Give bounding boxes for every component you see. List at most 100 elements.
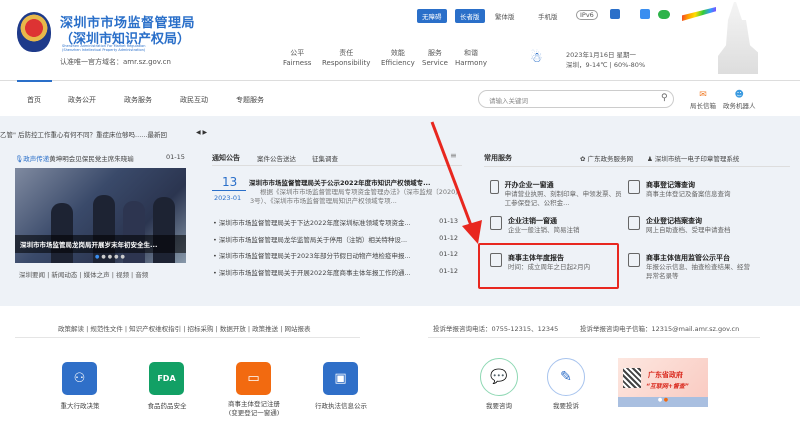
photo-figure [153,197,175,263]
search-input[interactable]: 请输入关键词 [478,90,674,108]
carousel-dots[interactable]: ●●●●● [95,254,127,260]
wechat-icon[interactable] [658,10,670,19]
banner-dots[interactable]: ● ● [618,397,708,407]
footer-link[interactable]: 政策推送 [252,325,278,333]
value-zh: 服务 [427,49,442,57]
app-label: 食品药品安全 [147,402,187,410]
complaint-phone: 投诉举报咨询电话：0755-12315、12345 [433,325,559,333]
building-illustration [718,2,758,74]
pen-icon: ✎ [547,358,585,396]
app-label-line2: (变更登记一窗通) [228,409,280,417]
guangdong-gov-link[interactable]: ✿ 广东政务服务网 [580,153,633,163]
ipv6-badge: IPv6 [576,10,598,20]
footer-links: 政策解读 | 规范性文件 | 知识产权维权指引 | 招标采购 | 数据开放 | … [58,325,311,333]
tab-case-notices[interactable]: 案件公告送达 [257,153,296,163]
complain-button[interactable]: ✎ [547,358,585,396]
nav-gov-open[interactable]: 政务公开 [68,95,96,105]
service-archive-query[interactable]: 企业登记档案查询 网上自助查档、受理申请查档 [628,216,778,235]
service-open-business[interactable]: 开办企业一窗通 申请营业执照、刻制印章、申领发票、员工参保登记、公积金... [490,180,625,208]
divider [15,337,360,338]
news-tab[interactable]: 深圳要闻 [19,271,45,279]
accessible-button[interactable]: 无障碍 [417,9,447,23]
weibo-icon[interactable] [640,9,650,19]
robot-icon: ☻ [734,90,744,100]
document-search-icon [628,180,640,194]
value-service: 服务 Service [422,48,448,68]
user-icon: ♟ [647,155,653,163]
e-seal-link[interactable]: ♟ 深圳市统一电子印章管理系统 [647,153,739,163]
service-deregistration[interactable]: 企业注销一窗通 企业一般注销、简易注销 [490,216,625,235]
red-arrow-annotation [430,121,482,244]
weather-icon: ☃ [530,50,543,66]
director-mailbox-link[interactable]: ✉ 局长信箱 [690,90,716,110]
weather-text: 深圳，9-14℃ | 60%-80% [566,61,646,69]
service-desc: 申请营业执照、刻制印章、申领发票、员工参保登记、公积金... [504,190,622,207]
building-icon [490,180,499,194]
photo-figure [51,203,73,263]
tab-notices[interactable]: 通知公告 [212,153,240,163]
footer-link[interactable]: 招标采购 [187,325,213,333]
service-desc: 年报公示信息、抽查检查结果、经营异常名录等 [646,263,750,280]
ticker-arrows[interactable]: ◀ ▶ [196,129,207,136]
mobile-version-link[interactable]: 手机版 [538,11,558,21]
traditional-chinese-link[interactable]: 繁体版 [495,11,515,21]
featured-month: 2023-01 [214,194,242,202]
nav-topics[interactable]: 专题服务 [236,95,264,105]
footer-link[interactable]: 知识产权维权指引 [129,325,181,333]
link-label: 深圳市统一电子印章管理系统 [654,155,740,163]
news-ticker[interactable]: 乙管" 后防控工作重心有何不同？重症床位够吗......最新回 [0,129,167,139]
value-en: Fairness [283,59,312,67]
news-tab[interactable]: 媒体之声 [84,271,110,279]
nav-home[interactable]: 首页 [27,95,41,105]
supervision-banner[interactable]: 广东省政府 “互联网+督查” ● ● [618,358,708,407]
news-tab[interactable]: 视频 [116,271,129,279]
fda-icon: FDA [149,362,184,395]
service-desc: 商事主体登记及备案信息查询 [646,190,731,198]
nav-gov-service[interactable]: 政务服务 [124,95,152,105]
city-logo [682,7,716,21]
service-title: 商事主体信用监管公示平台 [646,254,730,262]
footer-link[interactable]: 网站报表 [284,325,310,333]
footer-link[interactable]: 规范性文件 [90,325,123,333]
headline-row[interactable]: 🎙政声传递黄坤明会见保民党主席朱晓瑜 [15,153,134,163]
app-icon[interactable] [610,9,620,19]
value-zh: 和谐 [464,49,478,57]
english-title: Shenzhen Administration For Market Regul… [62,44,182,52]
service-registry-query[interactable]: 商事登记簿查询 商事主体登记及备案信息查询 [628,180,778,199]
nav-interaction[interactable]: 政民互动 [180,95,208,105]
notice-item[interactable]: • 深圳市市场监督管理局关于开展2022年度商事主体年报工作的通... 01-12 [213,267,458,277]
footer-link[interactable]: 政策解读 [58,325,84,333]
footer-link[interactable]: 数据开放 [220,325,246,333]
service-desc: 企业一般注销、简易注销 [508,226,580,234]
notice-title: 深圳市市场监督管理局龙华监管局关于停用（注销）相关特种设... [218,236,408,244]
complaint-email[interactable]: 投诉举报咨询电子信箱：12315@mail.amr.sz.gov.cn [580,323,739,333]
english-line2: (Shenzhen Intellectual Property Administ… [62,48,146,52]
app-label: 商事主体登记注册 (变更登记一窗通) [209,400,299,418]
news-tab[interactable]: 新闻动态 [51,271,77,279]
link-label: 广东政务服务网 [587,155,634,163]
news-tab[interactable]: 音频 [135,271,148,279]
consult-button[interactable]: 💬 [480,358,518,396]
value-efficiency: 效能 Efficiency [381,48,415,68]
app-food-drug-safety[interactable]: FDA [149,362,184,395]
value-zh: 责任 [339,49,354,57]
app-business-registration[interactable]: ▭ [236,362,271,395]
search-icon[interactable]: ⚲ [661,93,668,103]
headline-title: 黄坤明会见保民党主席朱晓瑜 [49,155,134,163]
chat-icon: 💬 [480,358,518,396]
app-major-decisions[interactable]: ⚇ [62,362,97,395]
gov-service-icon: ✿ [580,155,586,163]
tab-surveys[interactable]: 征集调查 [312,153,338,163]
carousel-caption: 深圳市市场监管局龙岗局开展岁末年初安全生... [15,235,186,253]
notice-item[interactable]: • 深圳市市场监督管理局关于2023年部分节假日动物产地检疫申报... 01-12 [213,250,458,260]
divider [484,166,790,167]
service-title: 企业登记档案查询 [646,217,702,225]
id-badge-icon: ▣ [323,362,358,395]
app-enforcement-info[interactable]: ▣ [323,362,358,395]
people-icon: ⚇ [62,362,97,395]
elder-version-button[interactable]: 长者版 [455,9,485,23]
service-title: 企业注销一窗通 [508,217,557,225]
news-carousel[interactable]: 深圳市市场监管局龙岗局开展岁末年初安全生... ●●●●● [15,168,186,263]
gov-robot-link[interactable]: ☻ 政务机器人 [723,90,756,110]
service-credit-platform[interactable]: 商事主体信用监管公示平台 年报公示信息、抽查检查结果、经营异常名录等 [628,253,778,281]
